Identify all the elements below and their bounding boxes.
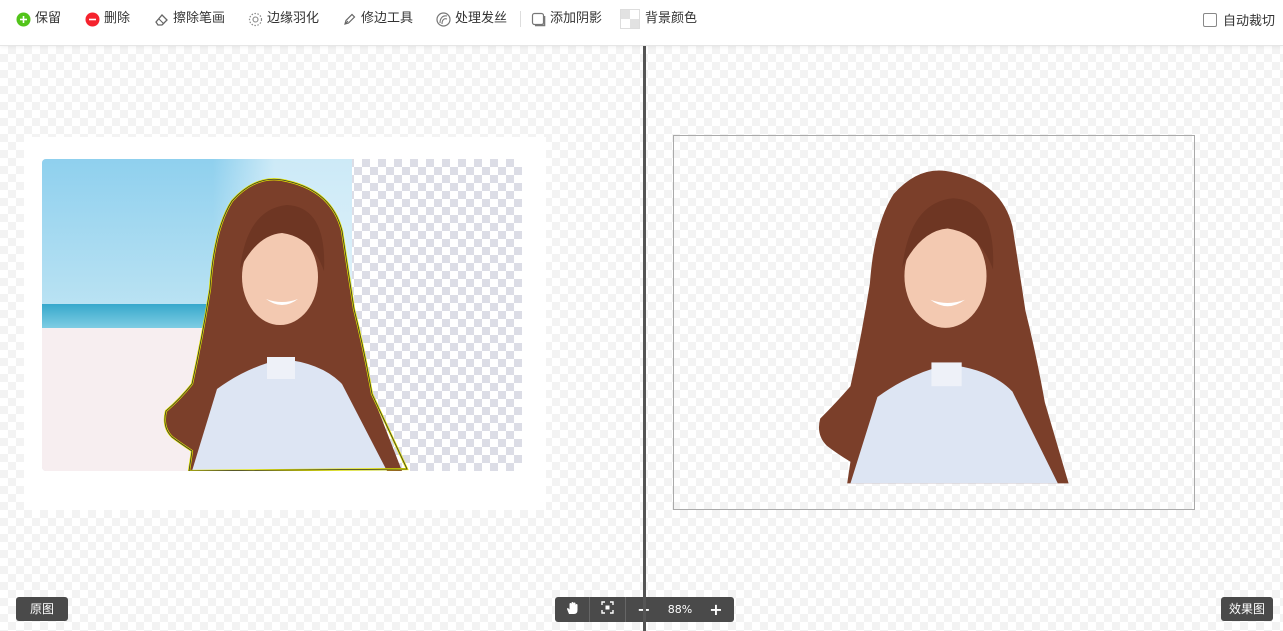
hand-tool-button[interactable] bbox=[555, 597, 590, 622]
erase-brush-label: 擦除笔画 bbox=[173, 11, 226, 26]
minus-circle-icon bbox=[85, 12, 100, 27]
shadow-square-icon bbox=[531, 12, 546, 27]
add-shadow-label: 添加阴影 bbox=[550, 11, 603, 26]
add-shadow-button[interactable]: 添加阴影 bbox=[531, 10, 602, 28]
erase-brush-button[interactable]: 擦除笔画 bbox=[154, 10, 225, 28]
keep-label: 保留 bbox=[35, 11, 62, 26]
checkbox-box[interactable] bbox=[1202, 12, 1217, 27]
result-label: 效果图 bbox=[1221, 597, 1273, 621]
edge-feather-button[interactable]: 边缘羽化 bbox=[248, 10, 319, 28]
fit-screen-button[interactable] bbox=[590, 597, 626, 622]
process-hair-label: 处理发丝 bbox=[455, 11, 508, 26]
hand-icon bbox=[565, 601, 579, 619]
zoom-level: 88% bbox=[667, 603, 693, 616]
auto-crop-checkbox[interactable]: 自动裁切 bbox=[1202, 10, 1275, 29]
eraser-icon bbox=[154, 12, 169, 27]
delete-tool-button[interactable]: 删除 bbox=[85, 10, 130, 28]
result-photo[interactable] bbox=[673, 135, 1195, 510]
feather-dots-icon bbox=[248, 12, 263, 27]
plus-circle-icon bbox=[16, 12, 31, 27]
toolbar-divider bbox=[520, 11, 521, 27]
pen-icon bbox=[342, 12, 357, 27]
background-color-label: 背景颜色 bbox=[645, 11, 698, 26]
delete-label: 删除 bbox=[104, 11, 131, 26]
split-divider[interactable] bbox=[643, 46, 646, 631]
background-color-button[interactable]: 背景颜色 bbox=[620, 9, 698, 29]
process-hair-button[interactable]: 处理发丝 bbox=[436, 10, 507, 28]
original-photo[interactable] bbox=[42, 159, 522, 471]
auto-crop-label: 自动裁切 bbox=[1222, 14, 1275, 29]
toolbar: 保留 删除 擦除笔画 边缘羽化 修边工具 处理发丝 添加阴影 背景颜色 自动裁切 bbox=[0, 0, 1283, 46]
checker-icon bbox=[620, 9, 640, 29]
edge-feather-label: 边缘羽化 bbox=[267, 11, 320, 26]
result-subject bbox=[818, 170, 1069, 484]
fit-screen-icon bbox=[601, 601, 614, 618]
edge-tool-button[interactable]: 修边工具 bbox=[342, 10, 413, 28]
keep-tool-button[interactable]: 保留 bbox=[16, 10, 61, 28]
hair-icon bbox=[436, 11, 451, 27]
edge-tool-label: 修边工具 bbox=[361, 11, 414, 26]
original-label: 原图 bbox=[16, 597, 68, 621]
zoom-in-button[interactable]: + bbox=[698, 597, 734, 622]
